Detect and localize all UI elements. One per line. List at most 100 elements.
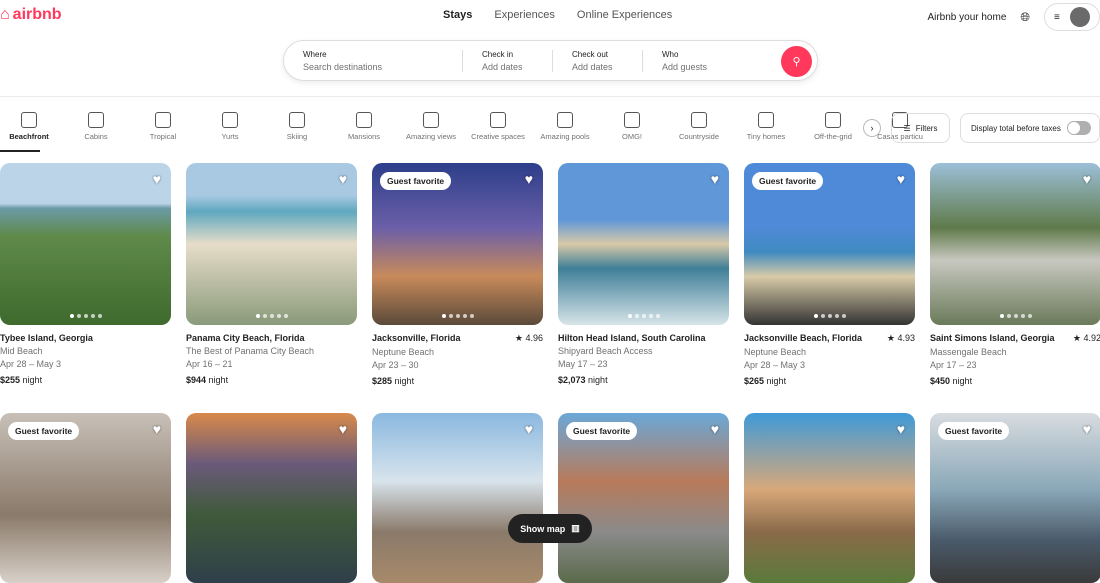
heart-icon[interactable]: ♥ [339,421,347,437]
category-icon [88,112,104,128]
heart-icon[interactable]: ♥ [897,421,905,437]
globe-icon[interactable]: 🌐︎ [1020,10,1030,25]
listing-photo[interactable]: Guest favorite ♥ [0,413,171,583]
category-amazing-views[interactable]: Amazing views [402,112,460,152]
category-skiing[interactable]: Skiing [268,112,326,152]
category-icon [155,112,171,128]
display-total-toggle[interactable] [1066,121,1091,135]
sliders-icon: ☰ [903,123,911,133]
listing-dates: Apr 28 – May 3 [744,360,806,370]
listing-card[interactable]: Guest favorite ♥ [558,413,729,583]
heart-icon[interactable]: ♥ [1083,171,1091,187]
listing-card[interactable]: ♥ Saint Simons Island, Georgia ★ 4.92 Mas… [930,163,1100,386]
listing-card[interactable]: ♥ Hilton Head Island, South Carolina Shi… [558,163,729,385]
category-icon [758,112,774,128]
carousel-dots[interactable] [69,314,102,318]
listing-photo[interactable]: ♥ [372,413,543,583]
listing-rating: ★ 4.96 [514,333,543,343]
category-omg-[interactable]: OMG! [603,112,661,152]
listing-price: $450 night [930,376,973,386]
listing-card[interactable]: Guest favorite ♥ [930,413,1100,583]
category-yurts[interactable]: Yurts [201,112,259,152]
category-tiny-homes[interactable]: Tiny homes [737,112,795,152]
heart-icon[interactable]: ♥ [525,171,533,187]
listing-dates: Apr 17 – 23 [930,360,977,370]
category-icon [423,112,439,128]
header: ⌂ airbnb Stays Experiences Online Experie… [0,0,1100,97]
who-field[interactable]: Who Add guests [643,50,707,72]
listing-rating: ★ 4.92 [1072,333,1100,343]
heart-icon[interactable]: ♥ [897,171,905,187]
listing-photo[interactable]: Guest favorite ♥ [744,163,915,325]
where-field[interactable]: Where Search destinations [284,50,462,72]
heart-icon[interactable]: ♥ [711,421,719,437]
listing-photo[interactable]: ♥ [0,163,171,325]
category-mansions[interactable]: Mansions [335,112,393,152]
display-total-toggle-row[interactable]: Display total before taxes [960,113,1100,143]
listing-photo[interactable]: Guest favorite ♥ [372,163,543,325]
listing-photo[interactable]: Guest favorite ♥ [930,413,1100,583]
listing-dates: Apr 23 – 30 [372,360,419,370]
guest-favorite-badge: Guest favorite [938,422,1010,440]
listing-card[interactable]: ♥ Tybee Island, Georgia Mid Beach Apr 28… [0,163,171,385]
category-off-the-grid[interactable]: Off-the-grid [804,112,862,152]
guest-favorite-badge: Guest favorite [752,172,824,190]
listing-photo[interactable]: ♥ [744,413,915,583]
listing-card[interactable]: ♥ Panama City Beach, Florida The Best of… [186,163,357,385]
guest-favorite-badge: Guest favorite [566,422,638,440]
top-nav: Stays Experiences Online Experiences [443,9,672,21]
listing-photo[interactable]: ♥ [186,163,357,325]
heart-icon[interactable]: ♥ [339,171,347,187]
search-bar: Where Search destinations Check in Add dat… [283,40,818,81]
listing-photo[interactable]: Guest favorite ♥ [558,413,729,583]
heart-icon[interactable]: ♥ [153,171,161,187]
listing-card[interactable]: Guest favorite ♥ Jacksonville Beach, Flo… [744,163,915,386]
heart-icon[interactable]: ♥ [525,421,533,437]
listing-title: Hilton Head Island, South Carolina [558,333,706,343]
category-icon [222,112,238,128]
check-in-field[interactable]: Check in Add dates [463,50,552,72]
category-icon [490,112,506,128]
listing-dates: May 17 – 23 [558,359,608,369]
guest-favorite-badge: Guest favorite [8,422,80,440]
listing-photo[interactable]: ♥ [930,163,1100,325]
category-tropical[interactable]: Tropical [134,112,192,152]
airbnb-logo[interactable]: ⌂ airbnb [0,6,62,24]
carousel-dots[interactable] [441,314,474,318]
listing-price: $285 night [372,376,415,386]
listing-title: Jacksonville Beach, Florida [744,333,863,343]
heart-icon[interactable]: ♥ [711,171,719,187]
listing-title: Panama City Beach, Florida [186,333,305,343]
heart-icon[interactable]: ♥ [1083,421,1091,437]
tab-experiences[interactable]: Experiences [494,9,555,21]
listing-title: Saint Simons Island, Georgia [930,333,1055,343]
heart-icon[interactable]: ♥ [153,421,161,437]
listing-photo[interactable]: ♥ [558,163,729,325]
filters-button[interactable]: ☰ Filters [891,113,950,143]
carousel-dots[interactable] [255,314,288,318]
listing-card[interactable]: ♥ [186,413,357,583]
listing-photo[interactable]: ♥ [186,413,357,583]
listing-card[interactable]: Guest favorite ♥ [0,413,171,583]
host-link[interactable]: Airbnb your home [927,12,1006,23]
tab-stays[interactable]: Stays [443,9,472,21]
check-out-field[interactable]: Check out Add dates [553,50,642,72]
category-countryside[interactable]: Countryside [670,112,728,152]
tab-online-experiences[interactable]: Online Experiences [577,9,672,21]
category-amazing-pools[interactable]: Amazing pools [536,112,594,152]
search-button[interactable]: ⚲ [781,46,812,77]
user-menu-button[interactable]: ≡ [1044,3,1100,31]
listing-card[interactable]: ♥ [372,413,543,583]
category-cabins[interactable]: Cabins [67,112,125,152]
category-beachfront[interactable]: Beachfront [0,112,58,152]
listing-subtitle: Neptune Beach [744,347,807,357]
listing-card[interactable]: Guest favorite ♥ Jacksonville, Florida ★ … [372,163,543,386]
category-creative-spaces[interactable]: Creative spaces [469,112,527,152]
carousel-dots[interactable] [999,314,1032,318]
carousel-dots[interactable] [813,314,846,318]
show-map-button[interactable]: Show map ▥ [508,514,592,543]
categories-next-button[interactable]: › [863,119,881,137]
category-icon [691,112,707,128]
carousel-dots[interactable] [627,314,660,318]
listing-card[interactable]: ♥ [744,413,915,583]
